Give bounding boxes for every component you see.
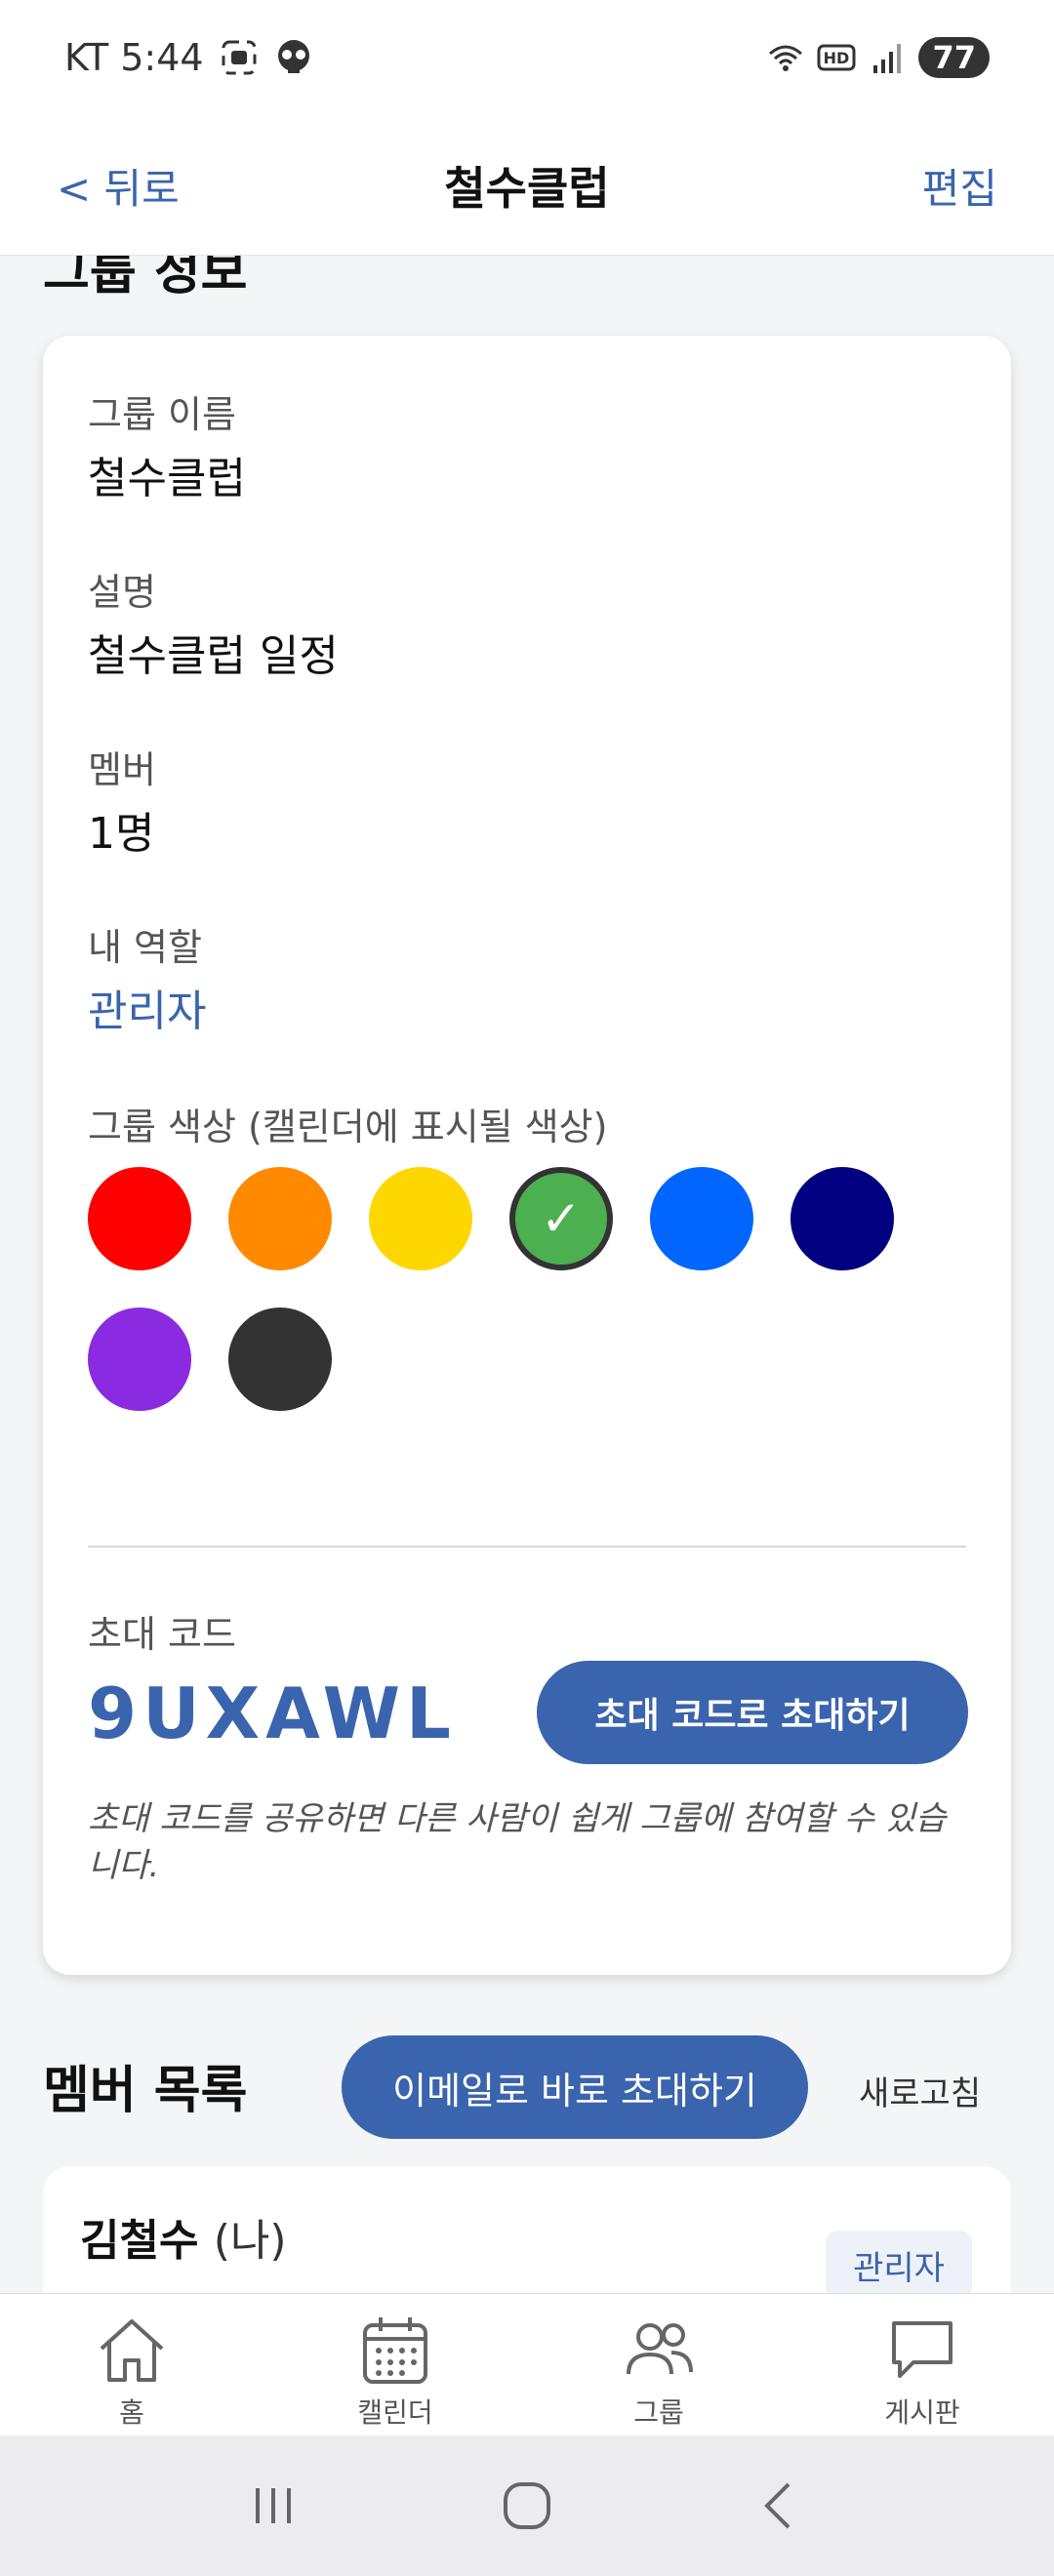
status-time: KT 5:44 — [64, 36, 204, 79]
color-swatch[interactable] — [88, 1308, 191, 1411]
recent-apps-icon[interactable] — [244, 2476, 303, 2535]
divider — [88, 1546, 966, 1548]
edit-button[interactable]: 편집 — [922, 156, 997, 216]
back-button[interactable]: < 뒤로 — [57, 156, 180, 216]
wifi-icon — [769, 45, 803, 71]
color-swatch[interactable] — [650, 1167, 753, 1270]
tab-label: 캘린더 — [357, 2396, 433, 2429]
content-scroll-area[interactable]: 그룹 정보 그룹 이름 철수클럽 설명 철수클럽 일정 멤버 1명 내 역할 관… — [0, 256, 1054, 2293]
battery-icon: 77 — [918, 37, 990, 78]
role-value: 관리자 — [88, 986, 207, 1036]
member-name: 김철수 (나) — [80, 2205, 287, 2268]
tab-label: 게시판 — [884, 2396, 960, 2429]
color-swatch[interactable] — [790, 1167, 894, 1270]
description-label: 설명 — [88, 571, 156, 614]
description-value: 철수클럽 일정 — [88, 631, 339, 681]
member-list-item[interactable]: 김철수 (나) 관리자 — [43, 2166, 1011, 2293]
system-nav-bar — [0, 2435, 1054, 2576]
group-name-value: 철수클럽 — [88, 454, 246, 503]
tab-label: 그룹 — [633, 2396, 684, 2429]
tab-group[interactable]: 그룹 — [527, 2294, 790, 2435]
member-self-tag: (나) — [213, 2216, 287, 2266]
tab-calendar[interactable]: 캘린더 — [264, 2294, 527, 2435]
invite-code-note: 초대 코드를 공유하면 다른 사람이 쉽게 그룹에 참여할 수 있습니다. — [88, 1799, 947, 1885]
member-role-badge: 관리자 — [826, 2231, 972, 2293]
invite-by-code-button[interactable]: 초대 코드로 초대하기 — [537, 1661, 968, 1764]
skull-icon — [277, 40, 309, 73]
tab-board[interactable]: 게시판 — [790, 2294, 1054, 2435]
email-invite-button[interactable]: 이메일로 바로 초대하기 — [342, 2035, 808, 2139]
color-swatch[interactable] — [88, 1167, 191, 1270]
hd-icon: HD — [817, 44, 856, 71]
status-bar: KT 5:44 HD 77 — [0, 0, 1054, 115]
member-name-text: 김철수 — [80, 2216, 199, 2266]
invite-code-label: 초대 코드 — [88, 1613, 236, 1656]
signal-icon — [873, 44, 902, 73]
tab-home[interactable]: 홈 — [0, 2294, 264, 2435]
group-info-card: 그룹 이름 철수클럽 설명 철수클럽 일정 멤버 1명 내 역할 관리자 그룹 … — [43, 336, 1011, 1975]
screenshot-icon — [222, 40, 257, 75]
group-info-heading: 그룹 정보 — [43, 256, 248, 302]
member-list-heading: 멤버 목록 — [43, 2062, 248, 2120]
group-color-label: 그룹 색상 (캘린더에 표시될 색상) — [88, 1106, 608, 1148]
group-icon — [627, 2323, 693, 2375]
members-count-value: 1명 — [88, 809, 155, 859]
calendar-icon — [363, 2317, 427, 2384]
role-label: 내 역할 — [88, 926, 202, 969]
app-header: < 뒤로 철수클럽 편집 — [0, 115, 1054, 256]
check-icon: ✓ — [541, 1190, 582, 1247]
color-swatch[interactable] — [369, 1167, 472, 1270]
bottom-tab-bar: 홈 캘린더 그룹 게시판 — [0, 2293, 1054, 2435]
color-swatch[interactable]: ✓ — [509, 1167, 613, 1270]
refresh-button[interactable]: 새로고침 — [859, 2067, 981, 2114]
page-title: 철수클럽 — [444, 161, 610, 215]
home-nav-icon[interactable] — [498, 2476, 556, 2535]
invite-code-value: 9UXAWL — [88, 1672, 457, 1754]
members-count-label: 멤버 — [88, 748, 156, 791]
home-icon — [100, 2319, 164, 2382]
tab-label: 홈 — [119, 2396, 144, 2429]
color-swatch[interactable] — [228, 1308, 332, 1411]
svg-text:HD: HD — [824, 49, 850, 67]
message-board-icon — [892, 2321, 953, 2378]
color-swatch[interactable] — [228, 1167, 332, 1270]
back-nav-icon[interactable] — [751, 2476, 810, 2535]
group-name-label: 그룹 이름 — [88, 393, 236, 436]
